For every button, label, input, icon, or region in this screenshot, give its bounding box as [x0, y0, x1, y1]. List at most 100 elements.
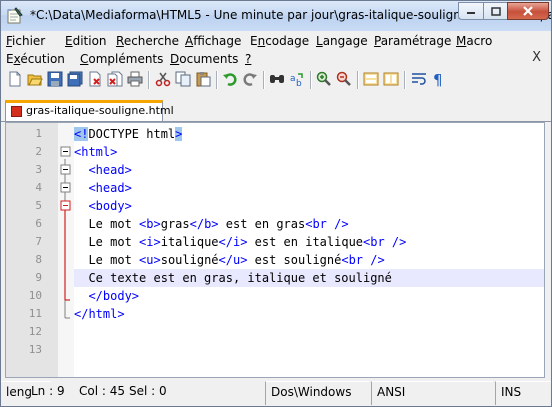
code-area[interactable]: <!DOCTYPE html> <html> <head> <head> <bod… — [74, 123, 544, 377]
menu-recherche[interactable]: Recherche — [116, 34, 179, 48]
word-wrap-icon[interactable] — [411, 71, 427, 87]
line-number: 12 — [28, 325, 42, 338]
maximize-icon — [490, 6, 501, 16]
code-line[interactable]: Le mot <b>gras</b> est en gras<br /> — [74, 215, 544, 233]
menu-fichier[interactable]: Fichier — [6, 34, 45, 48]
code-text: est en gras — [218, 217, 306, 231]
paste-icon[interactable] — [195, 71, 211, 87]
toolbar: ab ¶ — [1, 67, 551, 93]
tab-strip: gras-italique-souligne.html — [1, 96, 551, 122]
code-line[interactable]: Le mot <i>italique</i> est en italique<b… — [74, 233, 544, 251]
close-all-icon[interactable] — [107, 71, 123, 87]
html-tag: </html> — [74, 307, 125, 321]
find-icon[interactable] — [269, 71, 285, 87]
status-encoding: ANSI — [371, 381, 493, 405]
maximize-button[interactable] — [483, 2, 508, 20]
show-all-chars-icon[interactable]: ¶ — [431, 71, 447, 87]
status-ln: Ln : 9 — [31, 384, 65, 398]
line-number: 4 — [35, 181, 42, 194]
code-text: DOCTYPE html — [88, 127, 176, 141]
minimize-button[interactable] — [458, 2, 484, 20]
menu-macro[interactable]: Macro — [456, 34, 492, 48]
menu-complements[interactable]: Compléments — [80, 52, 163, 66]
copy-icon[interactable] — [175, 71, 191, 87]
line-number: 6 — [35, 217, 42, 230]
replace-icon[interactable]: ab — [289, 71, 305, 87]
code-line[interactable]: <head> — [74, 179, 544, 197]
menu-encodage[interactable]: Encodage — [250, 34, 309, 48]
line-number: 11 — [28, 307, 42, 320]
fold-margin[interactable] — [58, 123, 74, 377]
code-text: Le mot — [74, 253, 140, 267]
menu-langage[interactable]: Langage — [316, 34, 368, 48]
line-number: 7 — [35, 235, 42, 248]
status-eol: Dos\Windows — [265, 381, 369, 405]
html-tag: </i> — [218, 235, 248, 249]
new-file-icon[interactable] — [7, 71, 23, 87]
menu-bar: Fichier Edition Recherche Affichage Enco… — [1, 32, 551, 50]
code-text: est en italique — [247, 235, 364, 249]
html-tag: </u> — [218, 253, 248, 267]
html-tag: <head> — [88, 181, 132, 195]
code-text: Le mot — [74, 235, 140, 249]
status-sel: Sel : 0 — [129, 384, 167, 398]
sync-vertical-icon[interactable] — [363, 71, 379, 87]
code-editor[interactable]: 1 2 3 4 5 6 7 8 9 10 11 12 13 <!DOCTYPE html> <html> … — [5, 122, 545, 378]
cut-icon[interactable] — [155, 71, 171, 87]
code-line[interactable]: <!DOCTYPE html> — [74, 125, 544, 143]
code-line[interactable]: <head> — [74, 161, 544, 179]
html-tag: <head> — [88, 163, 132, 177]
menu-bar-row2: Exécution Compléments Documents ? X — [1, 50, 551, 68]
tab-gras-italique-souligne[interactable]: gras-italique-souligne.html — [5, 100, 174, 121]
status-mode: INS — [495, 381, 551, 405]
toolbar-separator — [357, 71, 359, 89]
notepad-icon — [7, 7, 23, 24]
line-number: 2 — [35, 145, 42, 158]
status-bar: leng Ln : 9 Col : 45 Sel : 0 Dos\Windows… — [1, 381, 551, 406]
menu-help[interactable]: ? — [245, 52, 251, 66]
html-tag: <br /> — [341, 253, 385, 267]
close-icon — [523, 6, 533, 16]
print-icon[interactable] — [127, 71, 143, 87]
toolbar-separator — [148, 71, 150, 89]
code-line[interactable]: </body> — [74, 287, 544, 305]
svg-text:¶: ¶ — [433, 71, 443, 87]
close-file-icon[interactable] — [87, 71, 103, 87]
line-number: 10 — [28, 289, 42, 302]
close-document-icon[interactable]: X — [532, 50, 541, 65]
open-file-icon[interactable] — [27, 71, 43, 87]
code-line[interactable] — [74, 323, 544, 341]
code-text: est souligné — [247, 253, 342, 267]
code-line[interactable]: </html> — [74, 305, 544, 323]
code-line[interactable]: <html> — [74, 143, 544, 161]
save-icon[interactable] — [47, 71, 63, 87]
code-text: gras — [160, 217, 190, 231]
code-line[interactable]: <body> — [74, 197, 544, 215]
menu-execution[interactable]: Exécution — [6, 52, 65, 66]
menu-affichage[interactable]: Affichage — [185, 34, 241, 48]
redo-icon[interactable] — [242, 71, 258, 87]
save-all-icon[interactable] — [67, 71, 83, 87]
undo-icon[interactable] — [222, 71, 238, 87]
menu-documents[interactable]: Documents — [170, 52, 238, 66]
toolbar-separator — [216, 71, 218, 89]
close-button[interactable] — [507, 2, 549, 20]
fold-minus-icon — [60, 200, 71, 211]
code-line[interactable]: Le mot <u>souligné</u> est souligné<br /… — [74, 251, 544, 269]
zoom-in-icon[interactable] — [316, 71, 332, 87]
fold-markers — [60, 146, 71, 319]
code-line[interactable]: Ce texte est en gras, italique et soulig… — [74, 269, 544, 287]
html-tag: <br /> — [305, 217, 349, 231]
menu-parametrage[interactable]: Paramétrage — [374, 34, 451, 48]
title-bar[interactable]: *C:\Data\Mediaforma\HTML5 - Une minute p… — [1, 1, 551, 31]
zoom-out-icon[interactable] — [336, 71, 352, 87]
sync-horizontal-icon[interactable] — [383, 71, 399, 87]
line-number: 9 — [35, 271, 42, 284]
code-line[interactable] — [74, 341, 544, 359]
menu-edition[interactable]: Edition — [65, 34, 107, 48]
app-window: *C:\Data\Mediaforma\HTML5 - Une minute p… — [0, 0, 552, 407]
